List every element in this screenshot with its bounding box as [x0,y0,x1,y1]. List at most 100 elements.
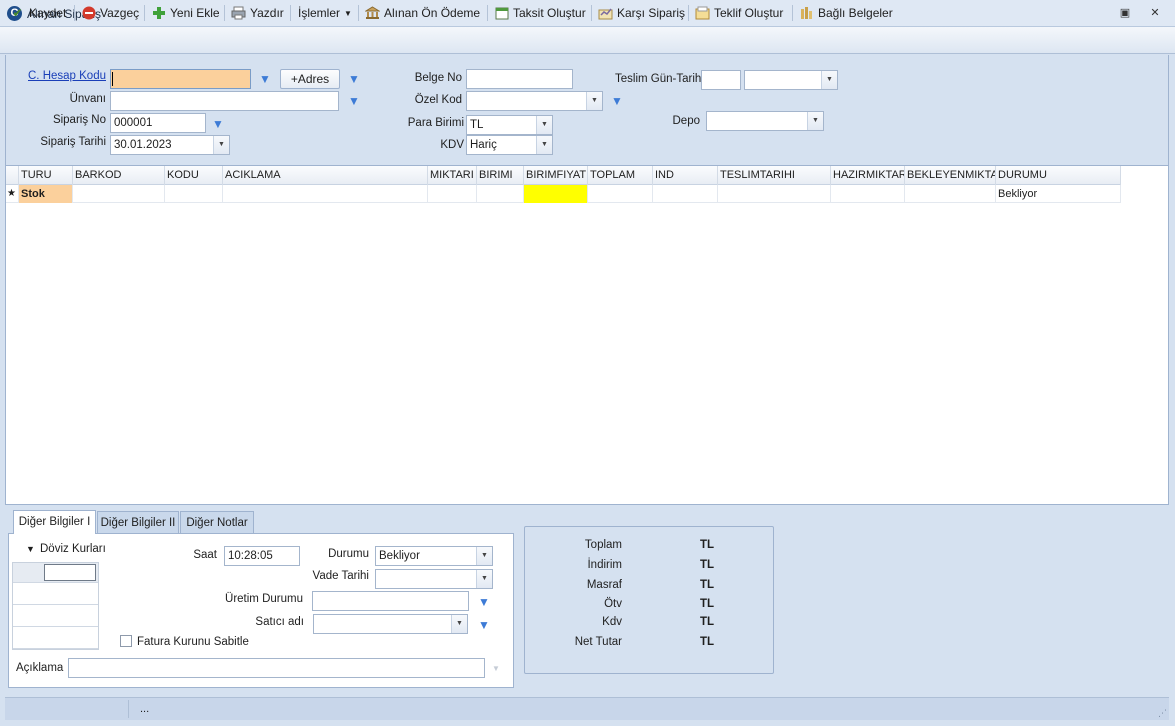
filter-icon[interactable]: ▼ [347,95,361,107]
cell-pending-quantity[interactable] [905,185,996,203]
cell-ready-quantity[interactable] [831,185,905,203]
currency-label: Para Birimi [407,117,464,129]
account-code-input[interactable] [110,69,251,89]
column-header[interactable]: BEKLEYENMIKTAR [905,166,996,185]
create-offer-button[interactable]: Teklif Oluştur [695,3,783,23]
restore-window-icon[interactable]: ▣ [1117,6,1133,20]
tab-other-info-2[interactable]: Diğer Bilgiler II [97,511,179,533]
operations-menu-button[interactable]: İşlemler ▼ [298,3,352,23]
cell-description[interactable] [223,185,428,203]
cell-code[interactable] [165,185,223,203]
time-input[interactable]: 10:28:05 [224,546,300,566]
column-header[interactable]: MIKTARI [428,166,477,185]
delivery-day-input[interactable] [701,70,741,90]
exchange-rate-input[interactable] [44,564,96,581]
cell-unit[interactable] [477,185,524,203]
chevron-down-icon[interactable]: ▼ [476,570,492,588]
chevron-down-icon[interactable]: ▼ [586,92,602,110]
cell-type[interactable]: Stok [19,185,73,203]
warehouse-select[interactable]: ▼ [706,111,824,131]
expense-value: TL [700,579,715,591]
column-header[interactable]: BARKOD [73,166,165,185]
column-header[interactable]: DURUMU [996,166,1121,185]
column-header[interactable]: TOPLAM [588,166,653,185]
salesperson-select[interactable]: ▼ [313,614,468,634]
chevron-down-icon[interactable]: ▼ [476,547,492,565]
resize-grip-icon[interactable]: ⋰ [1158,708,1167,719]
linked-documents-button[interactable]: Bağlı Belgeler [799,3,893,23]
cell-discount[interactable] [653,185,718,203]
chevron-down-icon[interactable]: ▼ [213,136,229,154]
chevron-down-icon[interactable]: ▼ [821,71,837,89]
filter-icon[interactable]: ▼ [477,619,491,631]
chevron-down-icon[interactable]: ▼ [807,112,823,130]
cancel-button-label: Vazgeç [100,6,140,20]
counter-order-icon [598,6,613,21]
column-header[interactable]: TESLIMTARIHI [718,166,831,185]
cell-barcode[interactable] [73,185,165,203]
tab-other-notes[interactable]: Diğer Notlar [180,511,254,533]
notes-input[interactable] [68,658,485,678]
column-header[interactable]: KODU [165,166,223,185]
filter-icon[interactable]: ▼ [211,118,225,130]
toolbar-separator [792,5,793,21]
cancel-button[interactable]: Vazgeç [81,3,139,23]
chevron-down-icon: ▼ [344,8,352,18]
column-header[interactable]: ACIKLAMA [223,166,428,185]
cell-status[interactable]: Bekliyor [996,185,1121,203]
filter-icon[interactable]: ▼ [477,596,491,608]
special-code-select[interactable]: ▼ [466,91,603,111]
chevron-down-icon[interactable]: ▼ [536,136,552,154]
status-select[interactable]: Bekliyor ▼ [375,546,493,566]
column-header[interactable]: HAZIRMIKTAR [831,166,905,185]
column-header[interactable]: BIRIMFIYAT [524,166,588,185]
print-button[interactable]: Yazdır [231,3,284,23]
salesperson-label: Satıcı adı [255,616,304,628]
tab-other-info-1[interactable]: Diğer Bilgiler I [13,510,96,534]
title-input[interactable] [110,91,339,111]
order-no-input[interactable]: 000001 [110,113,206,133]
grid-header: TURU BARKOD KODU ACIKLAMA MIKTARI BIRIMI… [6,166,1121,185]
filter-icon[interactable]: ▼ [258,73,272,85]
production-status-label: Üretim Durumu [225,593,303,605]
add-new-button[interactable]: Yeni Ekle [151,3,220,23]
exchange-rate-row[interactable] [13,583,98,605]
close-window-icon[interactable]: ✕ [1147,6,1163,20]
exchange-rate-row[interactable] [13,605,98,627]
installment-button[interactable]: Taksit Oluştur [494,3,586,23]
delivery-date-picker[interactable]: ▼ [744,70,838,90]
order-date-label: Sipariş Tarihi [40,136,106,148]
vat-select[interactable]: Hariç ▼ [466,135,553,155]
add-address-button[interactable]: +Adres [280,69,340,89]
currency-select[interactable]: TL ▼ [466,115,553,135]
account-code-link[interactable]: C. Hesap Kodu [20,70,106,82]
otv-value: TL [700,598,715,610]
exchange-rate-row[interactable] [13,627,98,649]
table-row[interactable]: ★ Stok Bekliyor [6,185,1121,203]
column-header[interactable]: IND [653,166,718,185]
filter-icon[interactable]: ▼ [347,73,361,85]
cell-total[interactable] [588,185,653,203]
cell-unit-price[interactable] [524,185,588,203]
collapse-arrow-icon[interactable]: ▼ [26,544,35,554]
production-status-input[interactable] [312,591,469,611]
column-header[interactable]: TURU [19,166,73,185]
save-button[interactable]: ✔ Kaydet [10,3,66,23]
toolbar-separator [224,5,225,21]
order-lines-grid[interactable]: TURU BARKOD KODU ACIKLAMA MIKTARI BIRIMI… [5,165,1169,505]
exchange-rates-grid[interactable] [12,562,99,650]
fix-invoice-rate-checkbox[interactable] [120,635,132,647]
cell-quantity[interactable] [428,185,477,203]
advance-payment-button[interactable]: Alınan Ön Ödeme [365,3,480,23]
chevron-down-icon[interactable]: ▼ [536,116,552,134]
document-no-input[interactable] [466,69,573,89]
chevron-down-icon[interactable]: ▼ [451,615,467,633]
cell-delivery-date[interactable] [718,185,831,203]
toolbar-separator [591,5,592,21]
exchange-rates-header [13,563,98,583]
order-date-picker[interactable]: 30.01.2023 ▼ [110,135,230,155]
column-header[interactable]: BIRIMI [477,166,524,185]
filter-icon[interactable]: ▼ [610,95,624,107]
due-date-picker[interactable]: ▼ [375,569,493,589]
counter-order-button[interactable]: Karşı Sipariş [598,3,685,23]
